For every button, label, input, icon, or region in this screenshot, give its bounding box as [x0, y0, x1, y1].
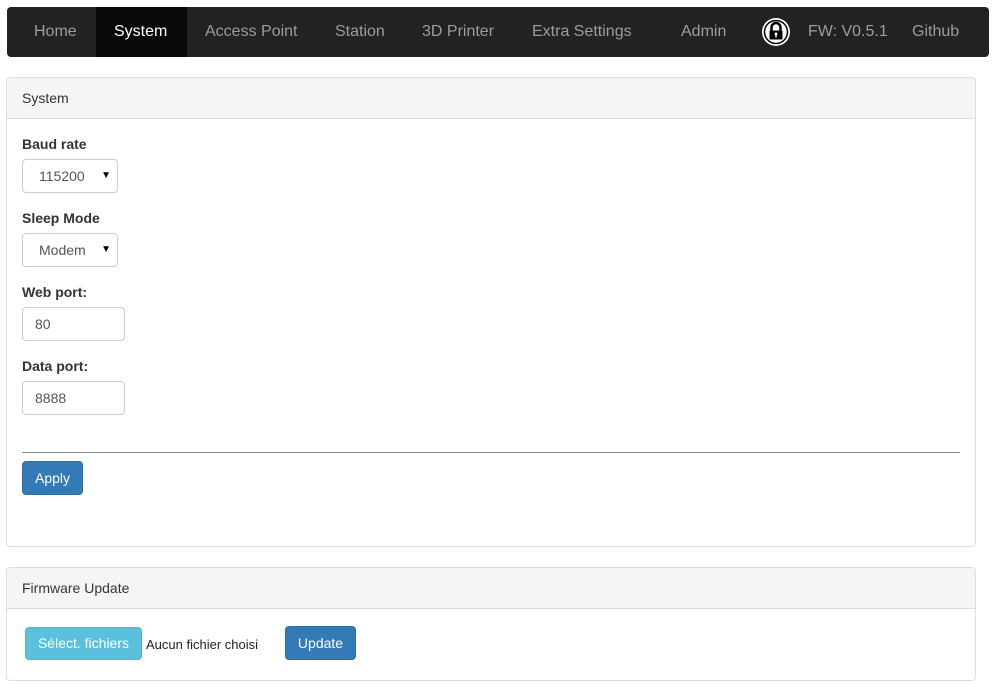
- top-navbar: Home System Access Point Station 3D Prin…: [7, 7, 989, 57]
- caret-down-icon: ▼: [101, 170, 111, 181]
- web-port-input[interactable]: 80: [22, 307, 125, 341]
- web-port-label: Web port:: [22, 284, 88, 300]
- nav-system[interactable]: System: [96, 7, 187, 57]
- caret-down-icon: ▼: [101, 244, 111, 255]
- nav-home[interactable]: Home: [7, 7, 103, 57]
- baud-rate-select[interactable]: 115200 ▼: [22, 159, 118, 193]
- form-divider: [22, 452, 960, 453]
- data-port-input[interactable]: 8888: [22, 381, 125, 415]
- system-panel-heading: System: [7, 78, 975, 119]
- choose-files-button[interactable]: Sélect. fichiers: [25, 627, 142, 660]
- sleep-mode-label: Sleep Mode: [22, 210, 100, 226]
- nav-extra-settings[interactable]: Extra Settings: [532, 7, 632, 57]
- sleep-mode-value: Modem: [39, 242, 86, 258]
- nav-3d-printer[interactable]: 3D Printer: [422, 7, 494, 57]
- firmware-update-panel: Firmware Update Sélect. fichiers Aucun f…: [6, 567, 976, 681]
- firmware-panel-heading: Firmware Update: [7, 568, 975, 609]
- lock-icon[interactable]: [761, 17, 791, 47]
- apply-button[interactable]: Apply: [22, 461, 83, 495]
- baud-rate-label: Baud rate: [22, 136, 87, 152]
- nav-github[interactable]: Github: [912, 7, 959, 57]
- sleep-mode-select[interactable]: Modem ▼: [22, 233, 118, 267]
- nav-access-point[interactable]: Access Point: [205, 7, 297, 57]
- system-panel: System Baud rate 115200 ▼ Sleep Mode Mod…: [6, 77, 976, 547]
- no-file-chosen-text: Aucun fichier choisi: [146, 637, 258, 652]
- firmware-version: FW: V0.5.1: [808, 23, 888, 40]
- baud-rate-value: 115200: [39, 168, 85, 184]
- nav-admin[interactable]: Admin: [681, 7, 726, 57]
- data-port-label: Data port:: [22, 358, 89, 374]
- update-button[interactable]: Update: [285, 626, 356, 660]
- nav-station[interactable]: Station: [335, 7, 385, 57]
